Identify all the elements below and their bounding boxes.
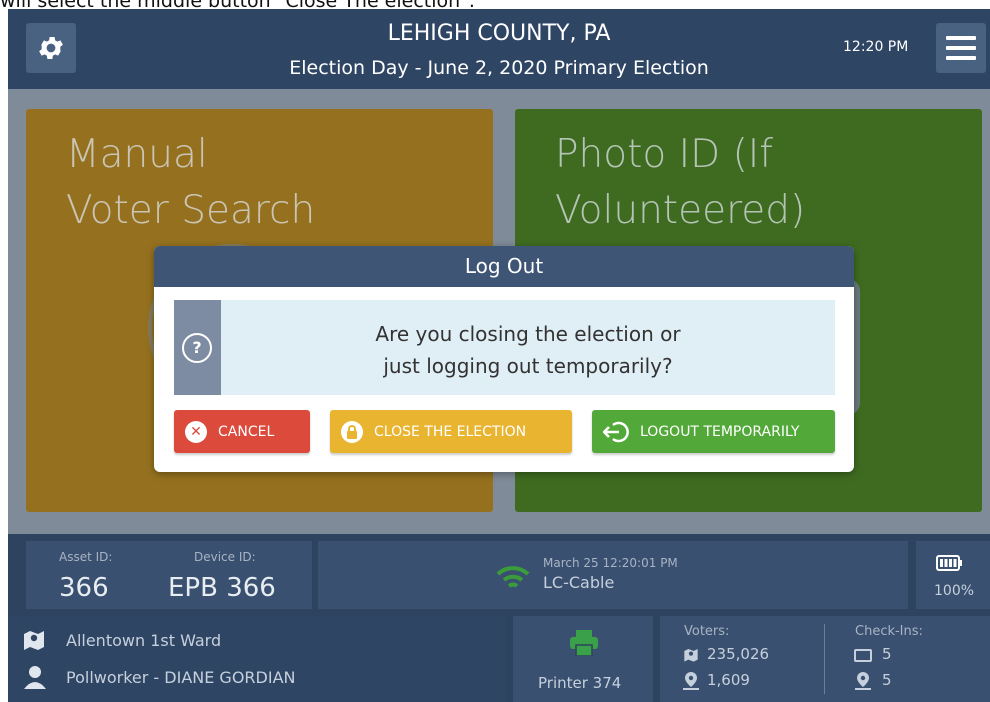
- header-bar: LEHIGH COUNTY, PA Election Day - June 2,…: [8, 9, 990, 89]
- logout-temporarily-button[interactable]: LOGOUT TEMPORARILY: [592, 410, 835, 453]
- election-subtitle: Election Day - June 2, 2020 Primary Elec…: [289, 57, 709, 79]
- network-name: LC-Cable: [543, 573, 615, 592]
- question-bar: ?: [174, 300, 221, 395]
- logout-dialog: Log Out ? Are you closing the election o…: [154, 246, 854, 472]
- checkins-label: Check-Ins:: [855, 624, 923, 639]
- tile-label: Photo ID (If Volunteered): [555, 127, 805, 239]
- tile-label-line: Volunteered): [555, 188, 806, 233]
- hamburger-line: [946, 56, 976, 60]
- hamburger-line: [946, 46, 976, 50]
- counts-panel: Voters: 235,026 1,609 Check-Ins: 5 5: [660, 616, 990, 702]
- dialog-message-box: ? Are you closing the election or just l…: [174, 300, 835, 395]
- asset-id-label: Asset ID:: [59, 550, 113, 564]
- tile-label-line: Manual: [66, 132, 208, 177]
- tile-label-line: Photo ID (If: [555, 132, 774, 177]
- network-timestamp: March 25 12:20:01 PM: [543, 556, 678, 570]
- checkins-local: 5: [882, 671, 892, 689]
- close-election-button[interactable]: CLOSE THE ELECTION: [330, 410, 572, 453]
- network-panel: March 25 12:20:01 PM LC-Cable: [318, 541, 908, 609]
- question-line: just logging out temporarily?: [383, 354, 673, 378]
- map-icon: [24, 631, 44, 650]
- tile-label-line: Voter Search: [66, 188, 316, 233]
- tile-label: Manual Voter Search: [66, 127, 315, 239]
- cancel-button[interactable]: ✕ CANCEL: [174, 410, 310, 453]
- cancel-button-label: CANCEL: [218, 423, 275, 440]
- voters-local: 1,609: [707, 671, 750, 689]
- device-id-value: EPB 366: [168, 573, 276, 603]
- device-id-label: Device ID:: [194, 550, 256, 564]
- dialog-question: Are you closing the election or just log…: [221, 318, 835, 382]
- checkins-total: 5: [882, 645, 892, 663]
- wifi-icon: [496, 566, 530, 588]
- battery-panel: 100%: [916, 541, 990, 609]
- device-info-panel: Asset ID: Device ID: 366 EPB 366: [26, 541, 312, 609]
- epollbook-screen: LEHIGH COUNTY, PA Election Day - June 2,…: [8, 9, 990, 702]
- battery-icon: [936, 555, 962, 571]
- asset-id-value: 366: [59, 573, 109, 603]
- voters-total: 235,026: [707, 645, 770, 663]
- close-icon: ✕: [185, 420, 207, 443]
- map-icon: [684, 649, 698, 662]
- location-pin-icon: [855, 672, 871, 690]
- counts-divider: [824, 624, 825, 694]
- dialog-title: Log Out: [154, 246, 854, 287]
- voters-label: Voters:: [684, 624, 730, 639]
- user-icon: [24, 666, 46, 689]
- question-icon: ?: [182, 333, 212, 363]
- logout-arrow-icon: [603, 421, 629, 442]
- location-pin-icon: [683, 672, 699, 690]
- battery-percent: 100%: [934, 583, 975, 599]
- printer-icon: [570, 630, 598, 656]
- pollworker-name: Pollworker - DIANE GORDIAN: [66, 668, 296, 687]
- location-name: Allentown 1st Ward: [66, 631, 222, 650]
- printer-panel[interactable]: Printer 374: [513, 616, 653, 702]
- hamburger-menu-button[interactable]: [936, 23, 986, 73]
- location-panel: Allentown 1st Ward Pollworker - DIANE GO…: [8, 616, 506, 702]
- question-line: Are you closing the election or: [375, 322, 681, 346]
- status-footer: Asset ID: Device ID: 366 EPB 366 March 2…: [8, 534, 990, 702]
- lock-icon: [341, 420, 363, 443]
- header-clock: 12:20 PM: [843, 39, 909, 55]
- printer-name: Printer 374: [538, 674, 622, 692]
- close-election-label: CLOSE THE ELECTION: [374, 423, 527, 440]
- tablet-icon: [854, 649, 872, 662]
- logout-temporarily-label: LOGOUT TEMPORARILY: [640, 423, 800, 440]
- hamburger-line: [946, 36, 976, 40]
